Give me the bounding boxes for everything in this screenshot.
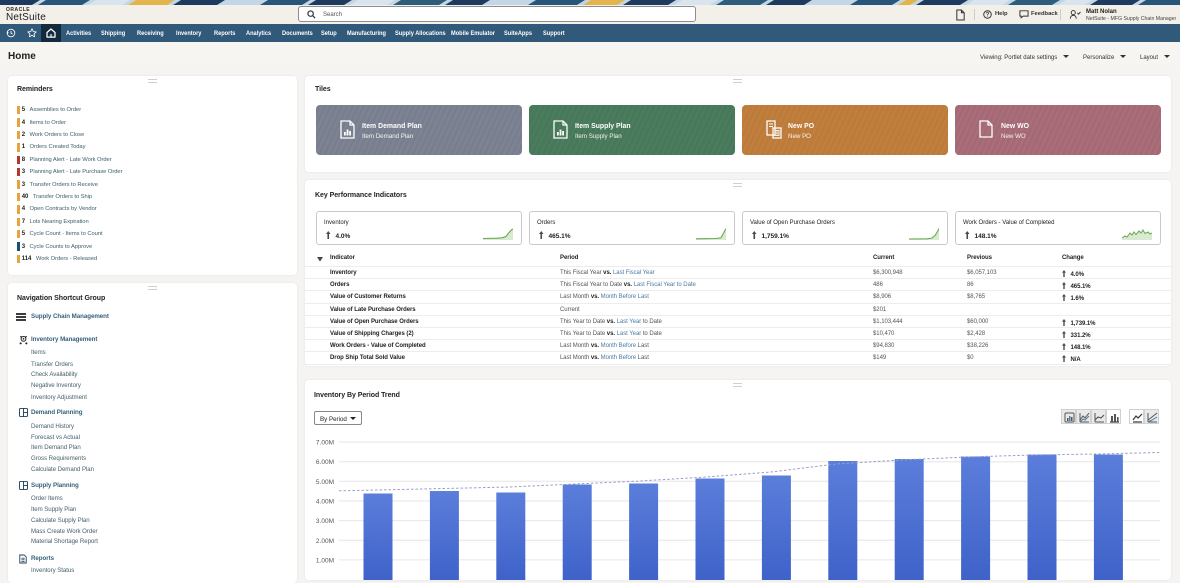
- svg-text:1.00M: 1.00M: [316, 557, 334, 564]
- svg-text:7.00M: 7.00M: [316, 440, 334, 447]
- svg-text:4.00M: 4.00M: [316, 499, 334, 506]
- svg-text:2.00M: 2.00M: [316, 538, 334, 545]
- svg-text:5.00M: 5.00M: [316, 479, 334, 486]
- svg-text:?: ?: [986, 13, 990, 19]
- svg-text:6.00M: 6.00M: [316, 459, 334, 466]
- svg-text:3.00M: 3.00M: [316, 518, 334, 525]
